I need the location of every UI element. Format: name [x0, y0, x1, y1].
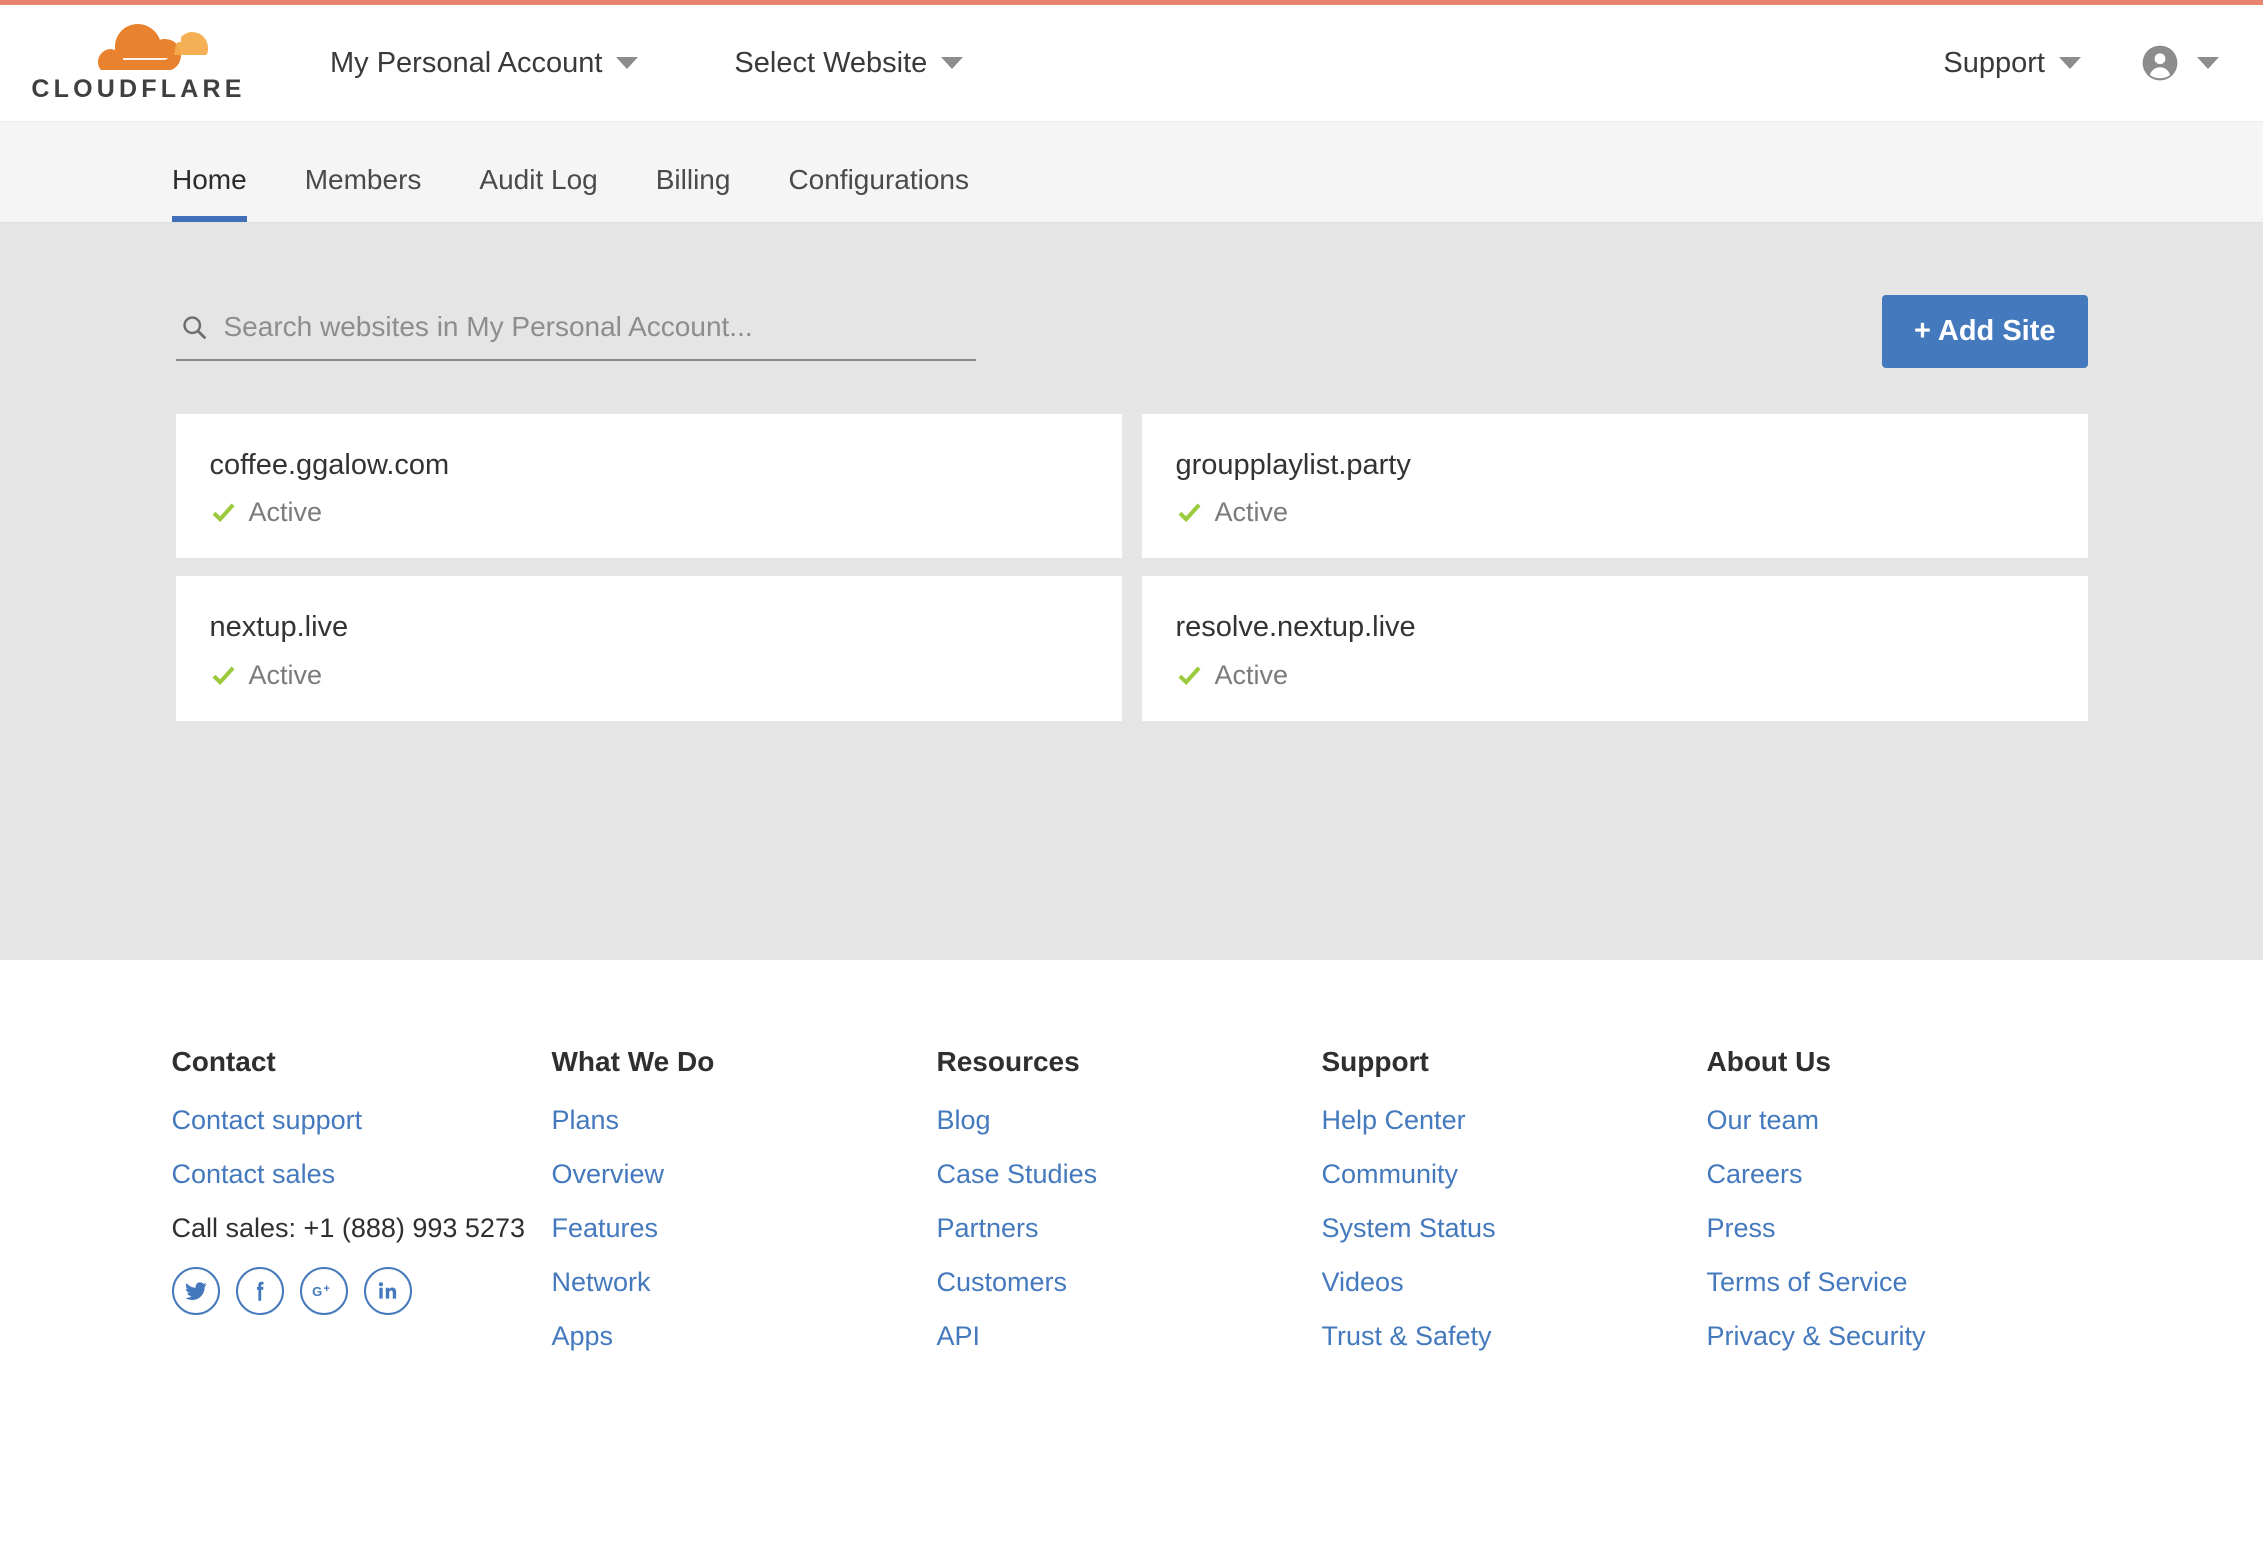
chevron-down-icon	[616, 57, 638, 69]
chevron-down-icon	[2197, 57, 2219, 69]
footer-link-apps[interactable]: Apps	[552, 1321, 937, 1352]
status-label: Active	[1215, 497, 1289, 528]
site-card[interactable]: resolve.nextup.live Active	[1142, 576, 2088, 720]
facebook-icon	[247, 1278, 273, 1304]
support-menu-label: Support	[1943, 47, 2045, 80]
footer-link-terms-of-service[interactable]: Terms of Service	[1707, 1267, 2092, 1298]
twitter-icon	[183, 1278, 209, 1304]
footer-heading-contact: Contact	[172, 1046, 552, 1078]
footer-link-contact-support[interactable]: Contact support	[172, 1105, 552, 1136]
site-status: Active	[1176, 497, 2054, 528]
footer-link-help-center[interactable]: Help Center	[1322, 1105, 1707, 1136]
search-field[interactable]	[176, 303, 976, 361]
site-card[interactable]: groupplaylist.party Active	[1142, 414, 2088, 558]
check-icon	[1176, 499, 1203, 526]
footer-link-api[interactable]: API	[937, 1321, 1322, 1352]
svg-text:G: G	[312, 1284, 322, 1299]
main-content: + Add Site coffee.ggalow.com Active grou…	[0, 223, 2263, 960]
website-selector[interactable]: Select Website	[734, 47, 963, 80]
add-site-button[interactable]: + Add Site	[1882, 295, 2088, 368]
check-icon	[1176, 662, 1203, 689]
site-name: groupplaylist.party	[1176, 447, 2054, 483]
logo-wordmark: CLOUDFLARE	[31, 77, 245, 102]
footer-column-support: Support Help Center Community System Sta…	[1322, 1046, 1707, 1375]
user-avatar-icon	[2141, 44, 2179, 82]
page-footer: Contact Contact support Contact sales Ca…	[0, 960, 2263, 1548]
footer-heading-about-us: About Us	[1707, 1046, 2092, 1078]
footer-link-customers[interactable]: Customers	[937, 1267, 1322, 1298]
tab-configurations[interactable]: Configurations	[788, 164, 969, 222]
account-tabbar: Home Members Audit Log Billing Configura…	[0, 122, 2263, 223]
footer-column-resources: Resources Blog Case Studies Partners Cus…	[937, 1046, 1322, 1375]
google-plus-icon: G +	[311, 1278, 337, 1304]
website-selector-label: Select Website	[734, 47, 927, 80]
content-container: + Add Site coffee.ggalow.com Active grou…	[172, 295, 2092, 721]
footer-heading-what-we-do: What We Do	[552, 1046, 937, 1078]
site-status: Active	[210, 660, 1088, 691]
status-label: Active	[249, 660, 323, 691]
status-label: Active	[249, 497, 323, 528]
cloudflare-cloud-logo	[63, 24, 211, 74]
footer-link-our-team[interactable]: Our team	[1707, 1105, 2092, 1136]
footer-social-links: G +	[172, 1267, 552, 1315]
footer-link-videos[interactable]: Videos	[1322, 1267, 1707, 1298]
tab-members[interactable]: Members	[305, 164, 422, 222]
search-icon	[180, 313, 208, 341]
site-name: resolve.nextup.live	[1176, 609, 2054, 645]
footer-link-blog[interactable]: Blog	[937, 1105, 1322, 1136]
footer-column-about-us: About Us Our team Careers Press Terms of…	[1707, 1046, 2092, 1375]
footer-link-plans[interactable]: Plans	[552, 1105, 937, 1136]
chevron-down-icon	[2059, 57, 2081, 69]
sites-grid: coffee.ggalow.com Active groupplaylist.p…	[176, 414, 2088, 721]
support-menu[interactable]: Support	[1943, 47, 2081, 80]
footer-column-what-we-do: What We Do Plans Overview Features Netwo…	[552, 1046, 937, 1375]
footer-link-community[interactable]: Community	[1322, 1159, 1707, 1190]
footer-column-contact: Contact Contact support Contact sales Ca…	[172, 1046, 552, 1375]
footer-link-careers[interactable]: Careers	[1707, 1159, 2092, 1190]
footer-link-case-studies[interactable]: Case Studies	[937, 1159, 1322, 1190]
facebook-link[interactable]	[236, 1267, 284, 1315]
site-name: nextup.live	[210, 609, 1088, 645]
footer-columns: Contact Contact support Contact sales Ca…	[172, 1046, 2092, 1375]
footer-link-press[interactable]: Press	[1707, 1213, 2092, 1244]
footer-link-network[interactable]: Network	[552, 1267, 937, 1298]
account-selector-label: My Personal Account	[330, 47, 602, 80]
svg-text:+: +	[323, 1283, 329, 1295]
tab-home[interactable]: Home	[172, 164, 247, 222]
site-status: Active	[210, 497, 1088, 528]
footer-link-overview[interactable]: Overview	[552, 1159, 937, 1190]
footer-link-features[interactable]: Features	[552, 1213, 937, 1244]
google-plus-link[interactable]: G +	[300, 1267, 348, 1315]
account-selector[interactable]: My Personal Account	[330, 47, 638, 80]
tab-billing[interactable]: Billing	[656, 164, 731, 222]
site-card[interactable]: coffee.ggalow.com Active	[176, 414, 1122, 558]
twitter-link[interactable]	[172, 1267, 220, 1315]
linkedin-link[interactable]	[364, 1267, 412, 1315]
footer-call-sales-text: Call sales: +1 (888) 993 5273	[172, 1213, 552, 1244]
footer-heading-resources: Resources	[937, 1046, 1322, 1078]
user-account-menu[interactable]	[2141, 44, 2219, 82]
check-icon	[210, 662, 237, 689]
toolbar-row: + Add Site	[176, 295, 2088, 368]
footer-link-partners[interactable]: Partners	[937, 1213, 1322, 1244]
footer-link-privacy-security[interactable]: Privacy & Security	[1707, 1321, 2092, 1352]
check-icon	[210, 499, 237, 526]
footer-link-contact-sales[interactable]: Contact sales	[172, 1159, 552, 1190]
site-status: Active	[1176, 660, 2054, 691]
site-name: coffee.ggalow.com	[210, 447, 1088, 483]
cloudflare-logo[interactable]: CLOUDFLARE	[28, 24, 246, 102]
search-input[interactable]	[224, 311, 972, 343]
footer-link-system-status[interactable]: System Status	[1322, 1213, 1707, 1244]
footer-heading-support: Support	[1322, 1046, 1707, 1078]
page-root: CLOUDFLARE My Personal Account Select We…	[0, 0, 2263, 1548]
site-card[interactable]: nextup.live Active	[176, 576, 1122, 720]
chevron-down-icon	[941, 57, 963, 69]
linkedin-icon	[375, 1278, 401, 1304]
top-header: CLOUDFLARE My Personal Account Select We…	[0, 5, 2263, 122]
status-label: Active	[1215, 660, 1289, 691]
tab-audit-log[interactable]: Audit Log	[479, 164, 597, 222]
footer-link-trust-safety[interactable]: Trust & Safety	[1322, 1321, 1707, 1352]
